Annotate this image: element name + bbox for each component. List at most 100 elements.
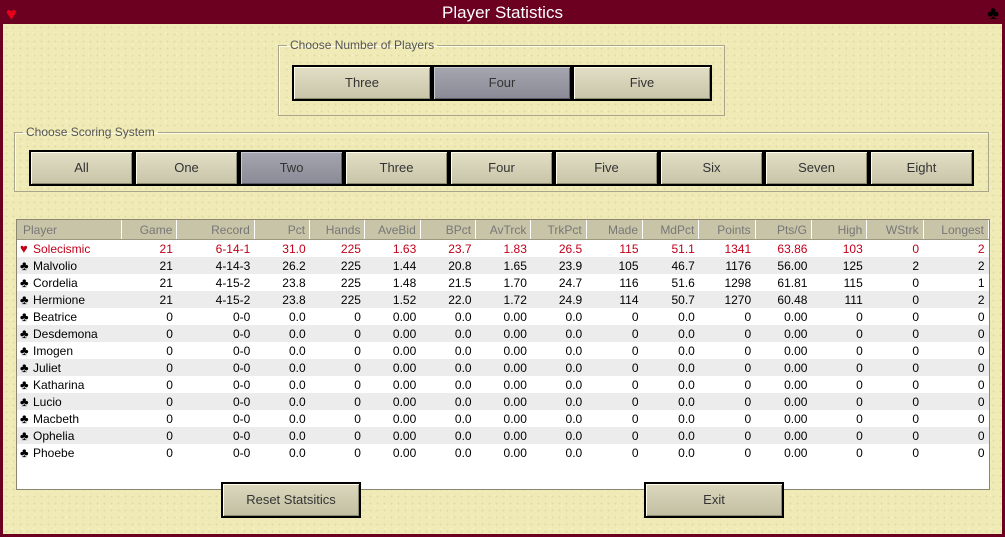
player-name: Beatrice [33,310,78,324]
table-row[interactable]: ♣ Katharina 0 0-0 0.0 0 0.00 0.0 0.00 0.0 0 0.0 0 0.0… [17,376,989,393]
player-name: Juliet [33,361,62,375]
table-cell: 0-0 [176,359,255,376]
table-cell: 0.00 [364,427,421,444]
table-cell: 0 [923,444,989,461]
table-cell: 0.00 [364,444,421,461]
table-row[interactable]: ♣ Imogen 0 0-0 0.0 0 0.00 0.0 0.00 0.0 0 0.0 0 0.00 0 0… [17,342,989,359]
table-cell: 51.6 [642,274,699,291]
table-row[interactable]: ♣ Desdemona 0 0-0 0.0 0 0.00 0.0 0.00 0.0 0 0.0 0 0.0… [17,325,989,342]
scoring-all-button[interactable]: All [29,150,134,186]
table-row[interactable]: ♣ Macbeth 0 0-0 0.0 0 0.00 0.0 0.00 0.0 0 0.0 0 0.00 0… [17,410,989,427]
column-header[interactable]: MdPct [642,220,700,240]
table-cell: 1270 [698,291,756,308]
table-cell: 0 [698,444,756,461]
exit-button[interactable]: Exit [644,482,784,518]
player-name-cell: ♣ Beatrice [17,308,122,325]
table-cell: 0 [811,376,867,393]
table-row[interactable]: ♣ Lucio 0 0-0 0.0 0 0.00 0.0 0.00 0.0 0 0.0 0 0.00 0 0 0 [17,393,989,410]
scoring-eight-button[interactable]: Eight [869,150,974,186]
table-cell: 0.0 [642,393,699,410]
player-name: Cordelia [33,276,78,290]
table-cell: 0-0 [176,393,255,410]
table-cell: 0 [866,359,924,376]
column-header[interactable]: Player [17,220,123,240]
table-cell: 0.00 [364,393,421,410]
table-cell: 1298 [698,274,756,291]
players-three-button[interactable]: Three [292,65,432,101]
table-cell: 6-14-1 [176,239,255,257]
table-cell: 0.00 [755,325,812,342]
table-cell: 61.81 [755,274,812,291]
column-header[interactable]: Record [176,220,255,240]
table-cell: 0 [586,342,643,359]
scoring-four-button[interactable]: Four [449,150,554,186]
table-cell: 0 [866,325,924,342]
players-five-button[interactable]: Five [572,65,712,101]
table-cell: 0.0 [530,308,587,325]
club-icon: ♣ [20,428,29,443]
table-cell: 0 [309,376,365,393]
column-header[interactable]: Game [121,220,178,240]
table-row[interactable]: ♣ Cordelia 21 4-15-2 23.8 225 1.48 21.5 1.70 24.7… [17,274,989,291]
scoring-seven-button[interactable]: Seven [764,150,869,186]
scoring-two-button[interactable]: Two [239,150,344,186]
table-cell: 0.0 [642,342,699,359]
table-cell: 0.0 [420,359,476,376]
table-cell: 20.8 [420,257,476,274]
table-cell: 24.7 [530,274,587,291]
table-cell: 0.0 [420,444,476,461]
player-name: Malvolio [33,259,78,273]
table-cell: 23.8 [254,291,310,308]
table-cell: 0 [923,427,989,444]
column-header[interactable]: Points [698,220,756,240]
column-header[interactable]: BPct [420,220,477,240]
table-cell: 0 [866,239,924,257]
reset-statistics-button[interactable]: Reset Statsitics [221,482,361,518]
players-four-button[interactable]: Four [432,65,572,101]
table-cell: 0 [586,325,643,342]
table-cell: 21 [121,291,177,308]
players-button-row: Three Four Five [292,65,712,101]
table-cell: 1.72 [475,291,531,308]
scoring-three-button[interactable]: Three [344,150,449,186]
column-header[interactable]: WStrk [866,220,924,240]
player-name-cell: ♣ Katharina [17,376,122,393]
table-cell: 0 [586,410,643,427]
club-icon: ♣ [20,326,29,341]
club-icon: ♣ [20,411,29,426]
column-header[interactable]: AvTrck [475,220,532,240]
column-header[interactable]: Hands [309,220,366,240]
table-cell: 0 [811,393,867,410]
column-header[interactable]: Made [586,220,644,240]
player-name: Phoebe [33,446,75,460]
table-row[interactable]: ♣ Ophelia 0 0-0 0.0 0 0.00 0.0 0.00 0.0 0 0.0 0 0.00 0… [17,427,989,444]
table-cell: 2 [866,257,924,274]
column-header[interactable]: Pts/G [755,220,812,240]
table-cell: 60.48 [755,291,812,308]
scoring-six-button[interactable]: Six [659,150,764,186]
column-header[interactable]: Longest [923,220,989,240]
table-cell: 46.7 [642,257,699,274]
table-cell: 0.00 [475,308,531,325]
table-row[interactable]: ♥ Solecismic 21 6-14-1 31.0 225 1.63 23.7 1.83 26… [17,239,989,257]
table-cell: 0 [121,410,177,427]
column-header[interactable]: High [811,220,868,240]
column-header[interactable]: AveBid [364,220,421,240]
column-header[interactable]: Pct [254,220,311,240]
table-cell: 0 [811,359,867,376]
table-row[interactable]: ♣ Hermione 21 4-15-2 23.8 225 1.52 22.0 1.72 24.9… [17,291,989,308]
table-cell: 0 [309,427,365,444]
table-row[interactable]: ♣ Malvolio 21 4-14-3 26.2 225 1.44 20.8 1.65 23.9… [17,257,989,274]
table-cell: 0.0 [254,410,310,427]
table-row[interactable]: ♣ Phoebe 0 0-0 0.0 0 0.00 0.0 0.00 0.0 0 0.0 0 0.00 0 0… [17,444,989,461]
table-row[interactable]: ♣ Beatrice 0 0-0 0.0 0 0.00 0.0 0.00 0.0 0 0.0 0 0.00… [17,308,989,325]
table-row[interactable]: ♣ Juliet 0 0-0 0.0 0 0.00 0.0 0.00 0.0 0 0.0 0 0.00 0 0… [17,359,989,376]
scoring-one-button[interactable]: One [134,150,239,186]
table-cell: 50.7 [642,291,699,308]
table-cell: 0.00 [475,359,531,376]
table-cell: 0 [586,444,643,461]
scoring-five-button[interactable]: Five [554,150,659,186]
table-cell: 0.00 [755,359,812,376]
club-icon[interactable]: ♣ [987,0,999,26]
column-header[interactable]: TrkPct [530,220,587,240]
